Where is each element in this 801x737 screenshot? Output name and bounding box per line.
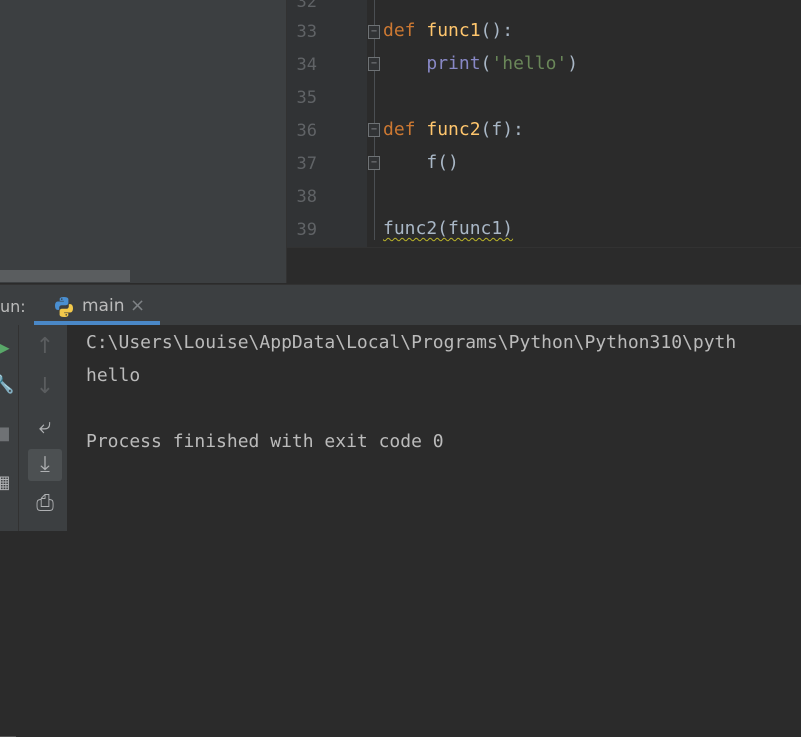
code-text: (): — [480, 20, 514, 41]
code-text: f() — [426, 152, 459, 173]
console-line: hello — [86, 365, 141, 386]
line-number: 36 — [296, 121, 317, 141]
project-panel — [0, 0, 286, 283]
code-text: (f): — [480, 119, 524, 140]
code-line[interactable]: def func1(): — [383, 20, 513, 42]
play-icon[interactable]: ▶ — [0, 334, 12, 360]
close-icon[interactable]: × — [130, 295, 145, 316]
console-line: C:\Users\Louise\AppData\Local\Programs\P… — [86, 332, 737, 353]
fold-end-icon[interactable]: − — [368, 156, 380, 170]
run-label: un: — [0, 297, 26, 316]
editor-gutter: 32 33 34 35 36 37 38 39 — [287, 0, 367, 283]
function-name: func2 — [426, 119, 481, 140]
tab-label: main — [82, 296, 125, 316]
line-number: 38 — [296, 187, 317, 207]
code-editor[interactable]: def func1(): print('hello') def func2(f)… — [383, 0, 801, 283]
arrow-up-icon[interactable]: ↑ — [30, 334, 60, 360]
keyword: def — [383, 20, 416, 41]
console-line: Process finished with exit code 0 — [86, 431, 444, 452]
code-text: ) — [567, 53, 579, 74]
soft-wrap-icon[interactable]: ⤶ — [30, 414, 60, 440]
print-icon[interactable]: ⎙ — [30, 491, 60, 517]
line-number: 37 — [296, 154, 317, 174]
scrollbar-thumb[interactable] — [0, 270, 130, 282]
python-icon — [55, 297, 73, 317]
line-number: 32 — [296, 0, 317, 12]
console-output[interactable] — [67, 325, 801, 531]
line-number: 35 — [296, 88, 317, 108]
builtin-name: print — [426, 53, 481, 74]
stop-icon[interactable]: ■ — [0, 421, 12, 447]
code-text-warning: func2(func1) — [383, 218, 514, 239]
code-text: ( — [480, 53, 492, 74]
editor-empty-area[interactable] — [287, 247, 801, 284]
fold-collapse-icon[interactable]: − — [368, 123, 380, 137]
line-number: 33 — [296, 22, 317, 42]
keyword: def — [383, 119, 416, 140]
code-line[interactable]: print('hello') — [383, 53, 578, 75]
code-line[interactable]: def func2(f): — [383, 119, 524, 141]
arrow-down-icon[interactable]: ↓ — [30, 374, 60, 400]
scroll-to-end-icon[interactable]: ⤓ — [30, 452, 60, 478]
function-name: func1 — [426, 20, 481, 41]
line-number: 34 — [296, 55, 317, 75]
string-literal: 'hello' — [491, 53, 568, 74]
fold-collapse-icon[interactable]: − — [368, 25, 380, 39]
code-line[interactable]: f() — [383, 152, 459, 174]
wrench-icon[interactable]: 🔧 — [0, 372, 14, 398]
code-line[interactable]: func2(func1) — [383, 218, 513, 240]
fold-end-icon[interactable]: − — [368, 57, 380, 71]
line-number: 39 — [296, 220, 317, 240]
layout-icon[interactable]: ▦ — [0, 470, 12, 496]
